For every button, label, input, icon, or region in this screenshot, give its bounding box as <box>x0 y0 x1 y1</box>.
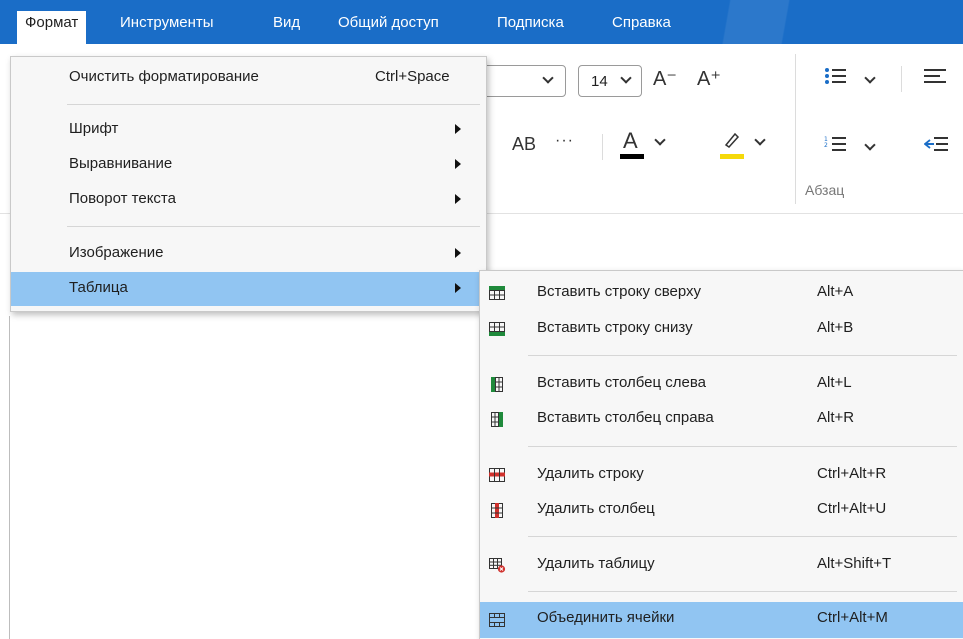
submenu-arrow-icon <box>455 159 461 169</box>
menu-item-label: Изображение <box>69 244 164 261</box>
bullet-list-icon[interactable] <box>824 66 846 86</box>
menu-item-shortcut: Alt+Shift+T <box>817 555 892 572</box>
divider <box>901 66 902 92</box>
menu-separator <box>528 355 957 356</box>
highlight-color-button[interactable] <box>718 128 768 162</box>
insert-row-above-icon <box>489 286 505 300</box>
menu-item-shortcut: Ctrl+Alt+M <box>817 609 888 626</box>
font-color-bar <box>620 154 644 159</box>
menu-help[interactable]: Справка <box>604 11 679 45</box>
menu-view[interactable]: Вид <box>265 11 308 45</box>
menu-item-label: Вставить строку снизу <box>537 319 693 336</box>
chevron-down-icon[interactable] <box>864 139 876 151</box>
chevron-down-icon[interactable] <box>864 72 876 84</box>
increase-font-button[interactable]: A⁺ <box>697 66 721 91</box>
insert-row-below-icon <box>489 322 505 336</box>
submenu-arrow-icon <box>455 248 461 258</box>
menu-separator <box>528 536 957 537</box>
menu-bar: Формат Инструменты Вид Общий доступ Подп… <box>0 0 963 45</box>
more-button[interactable]: ··· <box>555 132 574 150</box>
delete-row-icon <box>489 468 505 482</box>
decrease-indent-icon[interactable] <box>924 134 948 154</box>
menu-item-label: Удалить таблицу <box>537 555 655 572</box>
menu-item-insert-row-below[interactable]: Вставить строку снизу Alt+B <box>480 312 963 346</box>
numbered-list-icon[interactable]: 1 2 <box>824 134 846 154</box>
menu-item-label: Очистить форматирование <box>69 68 259 85</box>
menu-item-text-rotation[interactable]: Поворот текста <box>11 183 486 217</box>
menu-item-insert-column-left[interactable]: Вставить столбец слева Alt+L <box>480 367 963 401</box>
merge-cells-icon <box>489 613 505 627</box>
align-left-icon[interactable] <box>924 66 946 86</box>
delete-column-icon <box>491 503 503 518</box>
table-submenu: Вставить строку сверху Alt+A Вставить ст… <box>479 270 963 639</box>
chevron-down-icon <box>542 72 554 84</box>
insert-column-right-icon <box>491 412 503 427</box>
menu-item-shortcut: Ctrl+Space <box>375 68 450 85</box>
menu-item-label: Вставить столбец справа <box>537 409 714 426</box>
menu-item-delete-column[interactable]: Удалить столбец Ctrl+Alt+U <box>480 493 963 527</box>
menu-item-label: Вставить столбец слева <box>537 374 706 391</box>
menu-item-label: Объединить ячейки <box>537 609 675 626</box>
menu-item-shortcut: Alt+A <box>817 283 854 300</box>
menu-item-label: Шрифт <box>69 120 119 137</box>
font-size-value: 14 <box>591 73 608 90</box>
menu-item-label: Поворот текста <box>69 190 176 207</box>
document-edge <box>9 316 10 639</box>
menu-item-shortcut: Ctrl+Alt+U <box>817 500 887 517</box>
menu-separator <box>67 226 480 227</box>
decrease-font-button[interactable]: A⁻ <box>653 66 677 91</box>
menu-item-label: Таблица <box>69 279 128 296</box>
menu-item-shortcut: Ctrl+Alt+R <box>817 465 887 482</box>
submenu-arrow-icon <box>455 283 461 293</box>
menu-item-merge-cells[interactable]: Объединить ячейки Ctrl+Alt+M <box>480 602 963 638</box>
menubar-decoration <box>700 0 840 44</box>
menu-separator <box>528 591 957 592</box>
menu-item-label: Удалить столбец <box>537 500 655 517</box>
menu-separator <box>528 446 957 447</box>
menu-separator <box>67 104 480 105</box>
chevron-down-icon <box>754 134 766 146</box>
menu-subscription[interactable]: Подписка <box>489 11 572 45</box>
menu-tools[interactable]: Инструменты <box>112 11 222 45</box>
chevron-down-icon <box>620 72 632 84</box>
menu-item-label: Удалить строку <box>537 465 644 482</box>
submenu-arrow-icon <box>455 194 461 204</box>
chevron-down-icon <box>654 134 666 146</box>
menu-format[interactable]: Формат <box>17 11 87 45</box>
group-label-paragraph: Абзац <box>805 182 845 198</box>
menu-item-table[interactable]: Таблица <box>11 272 486 306</box>
format-menu: Очистить форматирование Ctrl+Space Шрифт… <box>10 56 487 312</box>
delete-table-icon <box>489 558 506 573</box>
svg-text:2: 2 <box>824 142 828 149</box>
highlighter-icon <box>724 132 740 148</box>
menu-item-shortcut: Alt+B <box>817 319 854 336</box>
menu-item-delete-table[interactable]: Удалить таблицу Alt+Shift+T <box>480 548 963 582</box>
highlight-color-bar <box>720 154 744 159</box>
menu-item-alignment[interactable]: Выравнивание <box>11 148 486 182</box>
menu-item-image[interactable]: Изображение <box>11 237 486 271</box>
menu-item-clear-formatting[interactable]: Очистить форматирование Ctrl+Space <box>11 61 486 95</box>
menu-item-shortcut: Alt+L <box>817 374 852 391</box>
group-divider <box>795 54 796 204</box>
menu-sharing[interactable]: Общий доступ <box>330 11 447 45</box>
menu-item-insert-row-above[interactable]: Вставить строку сверху Alt+A <box>480 276 963 310</box>
font-color-button[interactable]: A <box>618 128 668 162</box>
all-caps-button[interactable]: AB <box>512 134 536 155</box>
menu-item-delete-row[interactable]: Удалить строку Ctrl+Alt+R <box>480 458 963 492</box>
menu-item-insert-column-right[interactable]: Вставить столбец справа Alt+R <box>480 402 963 436</box>
menu-item-shortcut: Alt+R <box>817 409 855 426</box>
font-color-glyph: A <box>623 128 638 153</box>
submenu-arrow-icon <box>455 124 461 134</box>
divider <box>602 134 603 160</box>
menu-item-label: Вставить строку сверху <box>537 283 702 300</box>
menu-item-font[interactable]: Шрифт <box>11 113 486 147</box>
insert-column-left-icon <box>491 377 503 392</box>
menu-item-label: Выравнивание <box>69 155 173 172</box>
font-size-dropdown[interactable]: 14 <box>578 65 642 97</box>
